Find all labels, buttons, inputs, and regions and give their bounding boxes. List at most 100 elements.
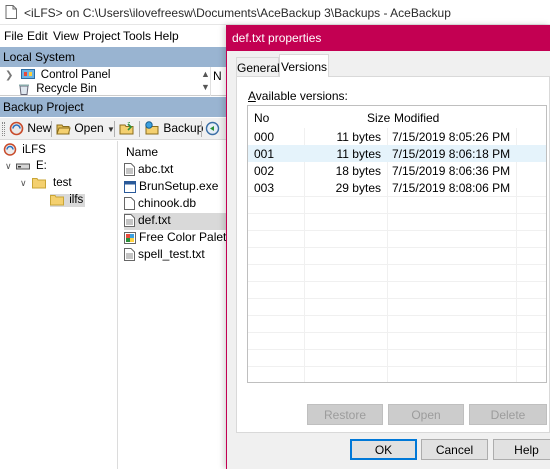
tree-root-label: iLFS (22, 143, 46, 156)
recycle-bin-icon (19, 84, 29, 95)
folder-arrow-icon (119, 121, 134, 135)
file-row[interactable]: BrunSetup.exe (124, 179, 230, 196)
version-row[interactable]: 003 29 bytes 7/15/2019 8:08:06 PM (248, 179, 546, 196)
restore-button[interactable]: Restore (307, 404, 383, 425)
version-no: 000 (254, 130, 275, 144)
scroll-down-icon[interactable]: ▼ (201, 82, 210, 92)
open-button[interactable]: Open ▼ (56, 121, 115, 137)
file-name: Free Color Palet... (139, 230, 230, 244)
version-modified: 7/15/2019 8:05:26 PM (392, 130, 511, 144)
grid-line (248, 196, 546, 197)
column-header-no[interactable]: No (254, 111, 269, 125)
toolbar-separator (139, 121, 140, 137)
version-row[interactable]: 000 11 bytes 7/15/2019 8:05:26 PM (248, 128, 546, 145)
project-icon (3, 143, 17, 156)
new-button-label: New (27, 121, 52, 135)
file-list-header-name[interactable]: Name (126, 145, 158, 159)
drive-icon (15, 163, 30, 170)
tree-root-ilfs[interactable]: iLFS (3, 143, 46, 156)
tree-item-recycle-bin[interactable]: Recycle Bin (14, 83, 97, 96)
file-name: BrunSetup.exe (139, 179, 219, 193)
tree-item-test[interactable]: ∨ test (20, 177, 72, 190)
chevron-right-icon[interactable]: ❯ (5, 70, 13, 81)
project-tree[interactable]: iLFS ∨ E: ∨ test ilfs (0, 141, 118, 469)
new-button[interactable]: New (9, 121, 51, 137)
delete-version-button[interactable]: Delete (469, 404, 547, 425)
available-versions-label-text: vailable versions: (255, 89, 348, 103)
grid-line (248, 264, 546, 265)
toolbar-grip[interactable] (2, 122, 5, 136)
menu-file[interactable]: File (4, 29, 23, 43)
document-icon (5, 5, 17, 19)
file-name: spell_test.txt (138, 247, 205, 261)
tree-item-control-panel[interactable]: ❯ Control Panel (5, 69, 110, 82)
control-panel-icon (20, 69, 35, 79)
menu-edit[interactable]: Edit (27, 29, 48, 43)
toolbar-separator (201, 121, 202, 137)
menu-project[interactable]: Project (83, 29, 120, 43)
column-header-modified[interactable]: Modified (394, 111, 439, 125)
menu-help[interactable]: Help (154, 29, 179, 43)
recycle-bin-label: Recycle Bin (36, 83, 97, 96)
tree-item-ilfs[interactable]: ilfs (50, 194, 85, 207)
local-column-header: N (213, 69, 222, 83)
help-button[interactable]: Help (493, 439, 550, 460)
file-row[interactable]: spell_test.txt (124, 247, 230, 264)
menu-bar: File Edit View Project Tools Help (0, 26, 230, 46)
grid-line (248, 315, 546, 316)
file-row-selected[interactable]: def.txt (124, 213, 230, 230)
open-version-button[interactable]: Open (388, 404, 464, 425)
version-row-selected[interactable]: 001 11 bytes 7/15/2019 8:06:18 PM (248, 145, 546, 162)
tree-item-drive[interactable]: ∨ E: (5, 160, 47, 173)
grid-line (248, 247, 546, 248)
available-versions-label: Available versions: (248, 89, 348, 103)
database-file-icon (124, 197, 135, 211)
cancel-button[interactable]: Cancel (421, 439, 488, 460)
version-size: 29 bytes (335, 181, 381, 195)
menu-view[interactable]: View (53, 29, 79, 43)
column-header-size[interactable]: Size (367, 111, 390, 125)
file-row[interactable]: abc.txt (124, 162, 230, 179)
add-files-button[interactable] (119, 121, 135, 137)
backup-button[interactable]: Backup (144, 121, 203, 137)
text-file-icon (124, 248, 135, 262)
version-no: 003 (254, 181, 275, 195)
dialog-titlebar[interactable]: def.txt properties (227, 25, 550, 51)
chevron-down-icon[interactable]: ∨ (5, 161, 12, 171)
file-row[interactable]: chinook.db (124, 196, 230, 213)
folder-test-label: test (53, 177, 72, 190)
local-system-tree[interactable]: ❯ Control Panel Recycle Bin N ▲ ▼ (0, 67, 230, 96)
new-project-icon (9, 122, 24, 136)
file-row[interactable]: Free Color Palet... (124, 230, 230, 247)
version-no: 002 (254, 164, 275, 178)
versions-tab-panel: Available versions: No Size Modified 000… (236, 76, 550, 433)
text-file-icon (124, 163, 135, 177)
version-modified: 7/15/2019 8:06:36 PM (392, 164, 511, 178)
scroll-up-icon[interactable]: ▲ (201, 69, 210, 79)
folder-icon (31, 178, 46, 189)
version-row[interactable]: 002 18 bytes 7/15/2019 8:06:36 PM (248, 162, 546, 179)
file-name: def.txt (138, 213, 171, 227)
available-versions-label-accesskey: A (248, 89, 256, 103)
versions-list[interactable]: No Size Modified 000 11 bytes 7/15/2019 … (247, 105, 547, 383)
properties-dialog: def.txt properties General Versions Avai… (226, 25, 550, 469)
file-list[interactable]: Name abc.txt BrunSetup.exe chinook.db de… (119, 141, 230, 469)
drive-label: E: (36, 160, 47, 172)
chevron-down-icon[interactable]: ∨ (20, 178, 27, 188)
tab-general[interactable]: General (236, 57, 280, 77)
window-title: <iLFS> on C:\Users\ilovefreesw\Documents… (24, 6, 451, 20)
folder-icon (50, 195, 64, 206)
toolbar-separator (114, 121, 115, 137)
folder-ilfs-label: ilfs (69, 194, 84, 207)
tab-versions[interactable]: Versions (279, 54, 329, 77)
ok-button[interactable]: OK (350, 439, 417, 460)
column-divider (210, 67, 211, 96)
open-folder-icon (56, 124, 71, 135)
control-panel-label: Control Panel (40, 69, 111, 82)
open-button-label: Open (74, 121, 104, 135)
version-modified: 7/15/2019 8:08:06 PM (392, 181, 511, 195)
restore-icon (205, 122, 220, 136)
grid-line (248, 298, 546, 299)
restore-toolbar-button[interactable] (205, 121, 221, 137)
menu-tools[interactable]: Tools (123, 29, 151, 43)
